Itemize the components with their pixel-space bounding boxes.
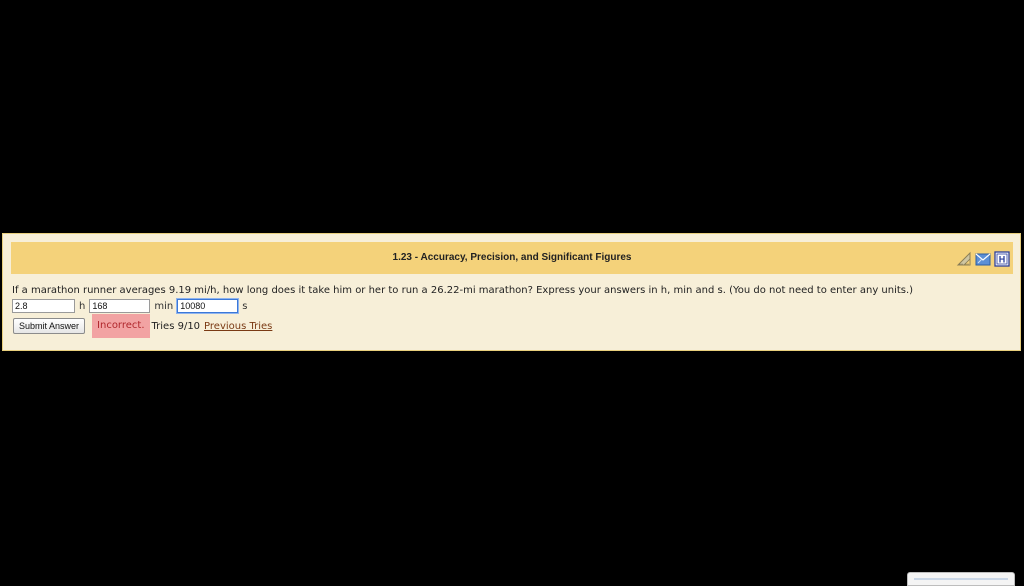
svg-text:H: H [999,255,1006,265]
question-text: If a marathon runner averages 9.19 mi/h,… [12,285,914,296]
problem-panel: 1.23 - Accuracy, Precision, and Signific… [2,233,1021,351]
bottom-right-tab[interactable] [907,572,1015,586]
title-icon-group: H [956,251,1010,267]
seconds-unit: s [242,300,248,312]
previous-tries-link[interactable]: Previous Tries [204,321,272,332]
hours-unit: h [79,300,86,312]
help-icon[interactable]: H [994,251,1010,267]
minutes-input[interactable] [89,299,151,313]
problem-title: 1.23 - Accuracy, Precision, and Signific… [392,252,632,263]
problem-title-bar: 1.23 - Accuracy, Precision, and Signific… [11,242,1013,274]
tries-count: Tries 9/10 [151,320,201,332]
triangle-ruler-icon[interactable] [956,251,972,267]
submit-row: Submit Answer Incorrect. Tries 9/10 Prev… [13,314,272,338]
minutes-unit: min [154,300,174,312]
seconds-input[interactable] [177,299,239,313]
submit-answer-button[interactable]: Submit Answer [13,318,86,334]
answer-row: h min s [12,298,251,314]
email-icon[interactable] [975,251,991,267]
hours-input[interactable] [12,299,75,313]
status-badge: Incorrect. [92,314,150,338]
